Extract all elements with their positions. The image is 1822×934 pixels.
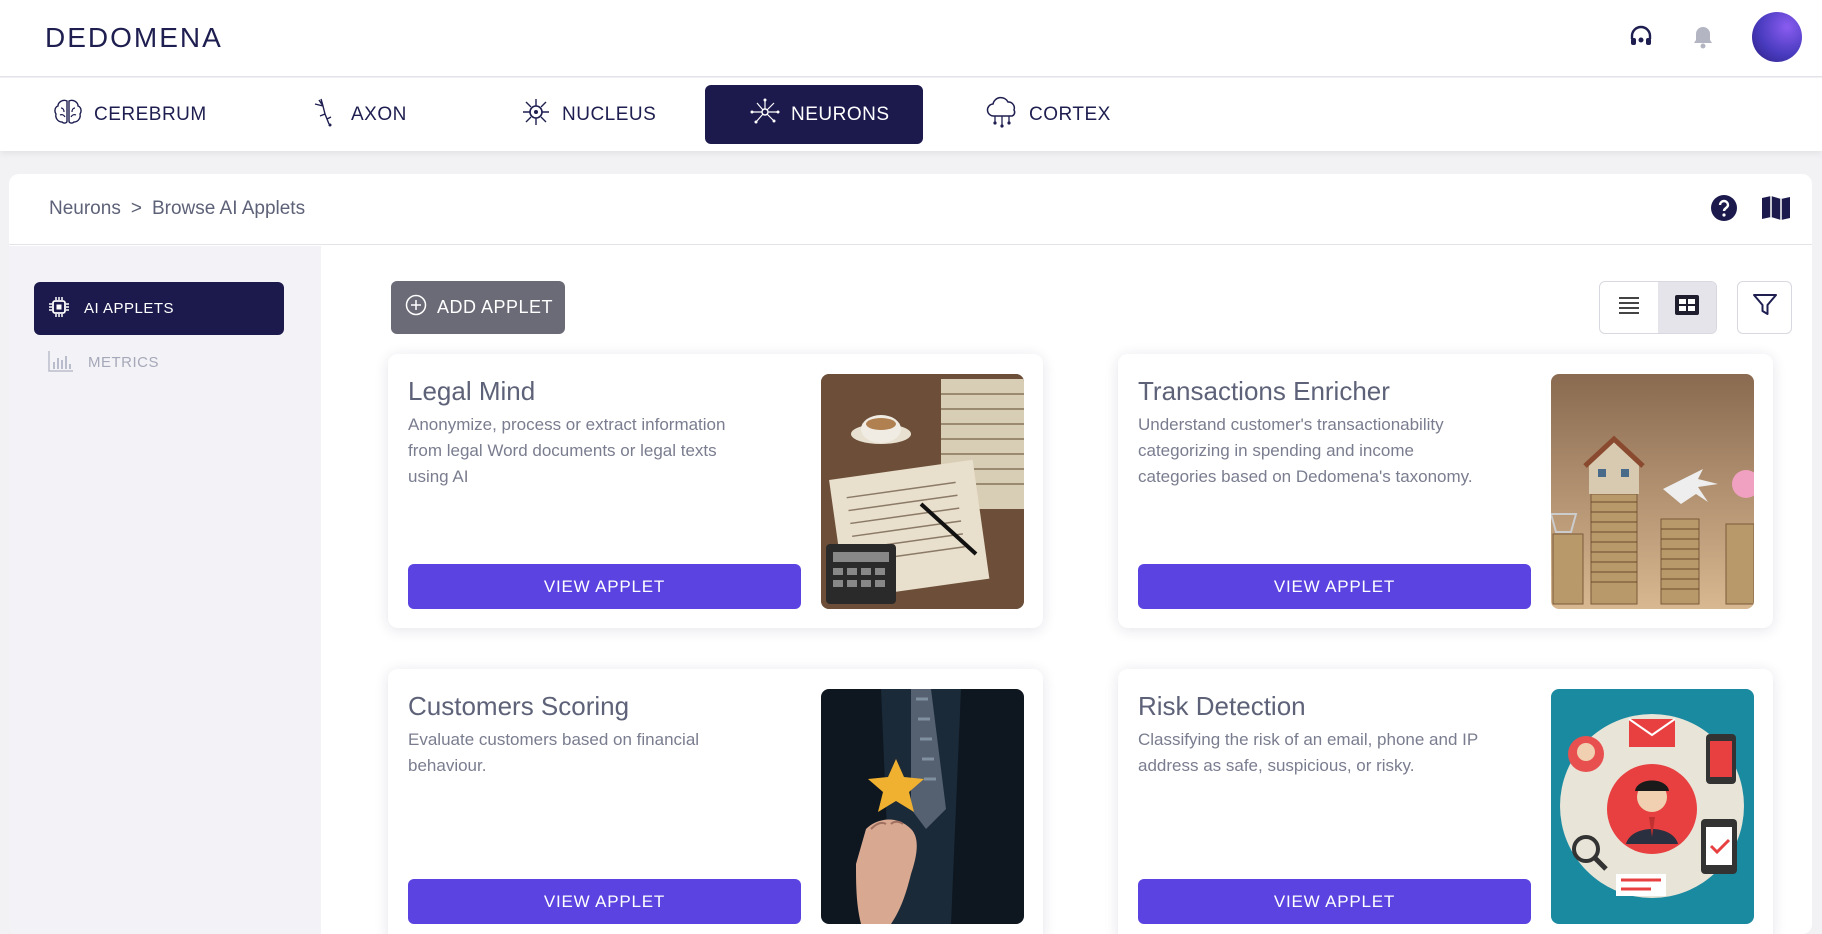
sidebar: AI APPLETS METRICS — [9, 246, 321, 934]
list-icon — [1618, 296, 1640, 319]
nav-item-neurons[interactable]: NEURONS — [705, 85, 923, 144]
grid-icon — [1675, 295, 1699, 320]
applets-content: ADD APPLET Legal Mind Anonymize, process… — [321, 246, 1812, 934]
view-applet-button[interactable]: VIEW APPLET — [408, 564, 801, 609]
neurons-icon — [749, 96, 781, 134]
view-toggle — [1599, 281, 1717, 334]
applet-title: Risk Detection — [1138, 691, 1306, 721]
nav-label-axon: AXON — [351, 103, 407, 125]
user-avatar[interactable] — [1752, 12, 1802, 62]
applet-description: Classifying the risk of an email, phone … — [1138, 730, 1478, 775]
main-nav: CEREBRUM AXON NUCLEUS NEURONS CORTEX — [0, 78, 1822, 151]
bell-icon[interactable] — [1690, 24, 1716, 50]
hand-star-image — [821, 689, 1024, 924]
nucleus-icon — [520, 96, 552, 134]
add-applet-button[interactable]: ADD APPLET — [391, 281, 565, 334]
help-icon[interactable] — [1710, 194, 1738, 227]
support-headset-icon[interactable] — [1628, 24, 1654, 50]
applet-description: Anonymize, process or extract informatio… — [408, 415, 726, 486]
nav-label-cerebrum: CEREBRUM — [94, 103, 207, 125]
applet-card-transactions-enricher: Transactions Enricher Understand custome… — [1118, 354, 1773, 628]
applet-description: Understand customer's transactionability… — [1138, 415, 1473, 486]
nav-item-axon[interactable]: AXON — [295, 85, 455, 144]
breadcrumb-root[interactable]: Neurons — [49, 198, 121, 220]
nav-item-nucleus[interactable]: NUCLEUS — [506, 85, 676, 144]
view-applet-button[interactable]: VIEW APPLET — [1138, 564, 1531, 609]
nav-label-neurons: NEURONS — [791, 103, 890, 125]
cloud-network-icon — [985, 96, 1019, 134]
top-icons — [1628, 12, 1802, 62]
view-applet-button[interactable]: VIEW APPLET — [408, 879, 801, 924]
breadcrumb: Neurons > Browse AI Applets — [49, 198, 305, 220]
brain-icon — [52, 96, 84, 134]
applet-description: Evaluate customers based on financial be… — [408, 730, 700, 775]
filter-button[interactable] — [1737, 281, 1792, 334]
view-applet-button[interactable]: VIEW APPLET — [1138, 879, 1531, 924]
sidebar-label-ai-applets: AI APPLETS — [84, 300, 175, 317]
nav-label-nucleus: NUCLEUS — [562, 103, 657, 125]
breadcrumb-bar: Neurons > Browse AI Applets — [9, 174, 1812, 245]
top-bar: DEDOMENA — [0, 0, 1822, 77]
sidebar-item-ai-applets[interactable]: AI APPLETS — [34, 282, 284, 335]
coins-house-image — [1551, 374, 1754, 609]
main-panel: Neurons > Browse AI Applets AI APPLETS M… — [9, 174, 1812, 934]
applet-title: Legal Mind — [408, 376, 536, 406]
applet-title: Customers Scoring — [408, 691, 630, 721]
help-icons — [1710, 194, 1792, 227]
axon-icon — [309, 96, 341, 134]
nav-item-cerebrum[interactable]: CEREBRUM — [38, 85, 238, 144]
applet-title: Transactions Enricher — [1138, 376, 1390, 406]
applet-card-legal-mind: Legal Mind Anonymize, process or extract… — [388, 354, 1043, 628]
filter-icon — [1752, 292, 1778, 323]
list-view-button[interactable] — [1600, 282, 1658, 333]
dedomena-logo[interactable]: DEDOMENA — [45, 22, 223, 54]
sidebar-label-metrics: METRICS — [88, 354, 159, 371]
add-applet-label: ADD APPLET — [437, 297, 554, 317]
breadcrumb-current: Browse AI Applets — [151, 198, 306, 219]
nav-item-cortex[interactable]: CORTEX — [971, 85, 1141, 144]
legal-documents-image — [821, 374, 1024, 609]
breadcrumb-separator: > — [130, 198, 142, 219]
docs-book-icon[interactable] — [1760, 194, 1792, 227]
nav-label-cortex: CORTEX — [1029, 103, 1111, 125]
bar-chart-icon — [48, 350, 74, 376]
risk-person-image — [1551, 689, 1754, 924]
plus-circle-icon — [405, 294, 427, 321]
grid-view-button[interactable] — [1658, 282, 1716, 333]
chip-icon — [48, 296, 70, 322]
applet-card-customers-scoring: Customers Scoring Evaluate customers bas… — [388, 669, 1043, 934]
sidebar-item-metrics[interactable]: METRICS — [34, 336, 284, 389]
applet-card-risk-detection: Risk Detection Classifying the risk of a… — [1118, 669, 1773, 934]
